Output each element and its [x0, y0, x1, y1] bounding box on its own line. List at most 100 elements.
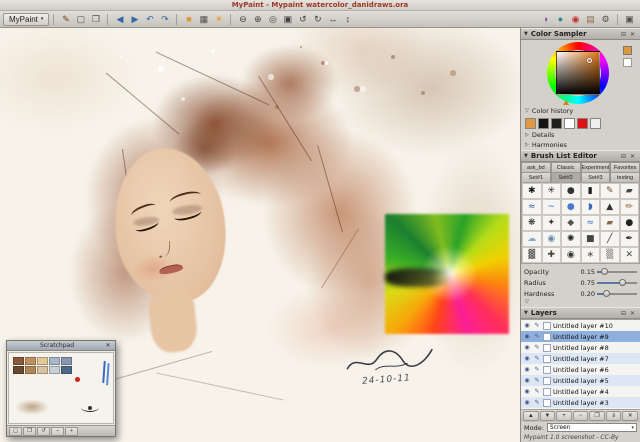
- layer-edit-icon[interactable]: ✎: [533, 322, 541, 329]
- blend-mode-icon[interactable]: ◑: [538, 12, 553, 27]
- brush-preview[interactable]: ◗: [581, 199, 601, 215]
- brush-preview[interactable]: ✚: [542, 247, 562, 263]
- collapse-arrow-icon[interactable]: ▼: [524, 153, 528, 159]
- slider-track[interactable]: [597, 290, 637, 298]
- brush-preview[interactable]: ✳: [542, 183, 562, 199]
- scratchpad-titlebar[interactable]: Scratchpad ✕: [7, 341, 115, 351]
- tab-classic[interactable]: Classic: [551, 162, 581, 172]
- brush-preview[interactable]: ▲: [600, 199, 620, 215]
- brush-preview[interactable]: ■: [581, 231, 601, 247]
- smudge-tool-icon[interactable]: ●: [553, 12, 568, 27]
- brush-preview[interactable]: ❋: [522, 215, 542, 231]
- layer-up-icon[interactable]: ▲: [523, 411, 539, 421]
- redo-icon[interactable]: ↷: [157, 12, 172, 27]
- brush-preview[interactable]: ✎: [600, 183, 620, 199]
- tab-favorites[interactable]: Favorites: [610, 162, 640, 172]
- scratchpad-swatch[interactable]: [49, 366, 60, 374]
- brush-preview[interactable]: ●: [561, 199, 581, 215]
- color-history-section[interactable]: ▽ Color history: [521, 106, 640, 116]
- layer-row[interactable]: ◉ ✎ Untitled layer #3: [521, 397, 640, 408]
- scratchpad-swatch[interactable]: [13, 357, 24, 365]
- scratchpad-load-icon[interactable]: ❐: [23, 427, 36, 436]
- layer-clear-icon[interactable]: ✕: [622, 411, 638, 421]
- color-wheel[interactable]: [547, 42, 609, 104]
- brush-preview[interactable]: ▒: [600, 247, 620, 263]
- layer-merge-icon[interactable]: ⇓: [606, 411, 622, 421]
- details-section[interactable]: ▷ Details: [521, 130, 640, 140]
- tab-ask-bd[interactable]: ask_bd: [521, 162, 551, 172]
- collapse-arrow-icon[interactable]: ▼: [524, 310, 528, 316]
- layer-visible-icon[interactable]: ◉: [523, 322, 531, 329]
- scratchpad-zoom-in-icon[interactable]: +: [65, 427, 78, 436]
- layer-row[interactable]: ◉ ✎ Untitled layer #8: [521, 342, 640, 353]
- layer-edit-icon[interactable]: ✎: [533, 366, 541, 373]
- layer-visible-icon[interactable]: ◉: [523, 355, 531, 362]
- expander-icon[interactable]: ▽: [525, 299, 529, 305]
- brush-editor-header[interactable]: ▼ Brush List Editor ⊟ ✕: [521, 150, 640, 162]
- new-document-icon[interactable]: ▢: [73, 12, 88, 27]
- brush-preview[interactable]: ●: [620, 215, 640, 231]
- scratchpad-icon[interactable]: ▤: [583, 12, 598, 27]
- open-document-icon[interactable]: ❐: [88, 12, 103, 27]
- brush-preview[interactable]: ✏: [620, 199, 640, 215]
- color-sampler-header[interactable]: ▼ Color Sampler ⊟ ✕: [521, 28, 640, 40]
- slider-track[interactable]: [597, 268, 637, 276]
- undo-icon[interactable]: ↶: [142, 12, 157, 27]
- layer-edit-icon[interactable]: ✎: [533, 333, 541, 340]
- color-picker-icon[interactable]: ◉: [568, 12, 583, 27]
- panel-detach-icon[interactable]: ⊟: [619, 153, 628, 160]
- layer-row[interactable]: ◉ ✎ Untitled layer #6: [521, 364, 640, 375]
- color-history-swatch[interactable]: [577, 118, 588, 129]
- harmonies-section[interactable]: ▷ Harmonies: [521, 140, 640, 150]
- layer-add-icon[interactable]: +: [556, 411, 572, 421]
- expander-icon[interactable]: ▽: [525, 108, 529, 114]
- layer-visible-icon[interactable]: ◉: [523, 344, 531, 351]
- layer-visible-icon[interactable]: ◉: [523, 333, 531, 340]
- expander-icon[interactable]: ▷: [525, 142, 529, 148]
- layer-mode-select[interactable]: Screen ▾: [547, 423, 637, 432]
- brush-preview[interactable]: ≈: [581, 215, 601, 231]
- zoom-original-icon[interactable]: ◎: [265, 12, 280, 27]
- color-history-swatch[interactable]: [551, 118, 562, 129]
- layer-visible-icon[interactable]: ◉: [523, 377, 531, 384]
- scratchpad-canvas[interactable]: [8, 352, 114, 424]
- brush-preview[interactable]: ◆: [561, 215, 581, 231]
- color-history-swatch[interactable]: [564, 118, 575, 129]
- mirror-horizontal-icon[interactable]: ↔: [325, 12, 340, 27]
- layer-row[interactable]: ◉ ✎ Untitled layer #5: [521, 375, 640, 386]
- brush-preview[interactable]: ✱: [522, 183, 542, 199]
- scratchpad-swatch[interactable]: [37, 366, 48, 374]
- brush-preview[interactable]: ☁: [522, 231, 542, 247]
- layer-row[interactable]: ◉ ✎ Untitled layer #9: [521, 331, 640, 342]
- layer-edit-icon[interactable]: ✎: [533, 355, 541, 362]
- scratchpad-window[interactable]: Scratchpad ✕ ▢❐↺−+: [6, 340, 116, 437]
- brush-preview[interactable]: ✕: [620, 247, 640, 263]
- layer-visible-icon[interactable]: ◉: [523, 399, 531, 406]
- mypaint-menu-button[interactable]: MyPaint ▾: [3, 13, 49, 26]
- radius-slider[interactable]: Radius 0.75: [524, 277, 637, 288]
- brush-preview[interactable]: ▰: [620, 183, 640, 199]
- brush-preview[interactable]: ◉: [542, 231, 562, 247]
- brush-preview[interactable]: ●: [561, 183, 581, 199]
- saturation-value-square[interactable]: [556, 51, 600, 95]
- slider-track[interactable]: [597, 279, 637, 287]
- panel-close-icon[interactable]: ✕: [628, 310, 637, 317]
- tab-testing[interactable]: testing: [610, 172, 640, 182]
- brightness-icon[interactable]: ☀: [211, 12, 226, 27]
- tab-set1[interactable]: Set#1: [521, 172, 551, 182]
- brush-preview[interactable]: ✺: [561, 231, 581, 247]
- scratchpad-swatch[interactable]: [61, 366, 72, 374]
- panel-close-icon[interactable]: ✕: [628, 153, 637, 160]
- scratchpad-zoom-out-icon[interactable]: −: [51, 427, 64, 436]
- color-history-swatch[interactable]: [590, 118, 601, 129]
- brush-preview[interactable]: ≈: [522, 199, 542, 215]
- brush-preview[interactable]: ╱: [600, 231, 620, 247]
- slider-handle[interactable]: [619, 279, 626, 286]
- opacity-slider[interactable]: Opacity 0.15: [524, 266, 637, 277]
- layer-edit-icon[interactable]: ✎: [533, 388, 541, 395]
- hardness-slider[interactable]: Hardness 0.20: [524, 288, 637, 299]
- mirror-vertical-icon[interactable]: ↕: [340, 12, 355, 27]
- zoom-in-icon[interactable]: ⊕: [250, 12, 265, 27]
- panel-detach-icon[interactable]: ⊟: [619, 310, 628, 317]
- tab-set2[interactable]: Set#2: [551, 172, 581, 182]
